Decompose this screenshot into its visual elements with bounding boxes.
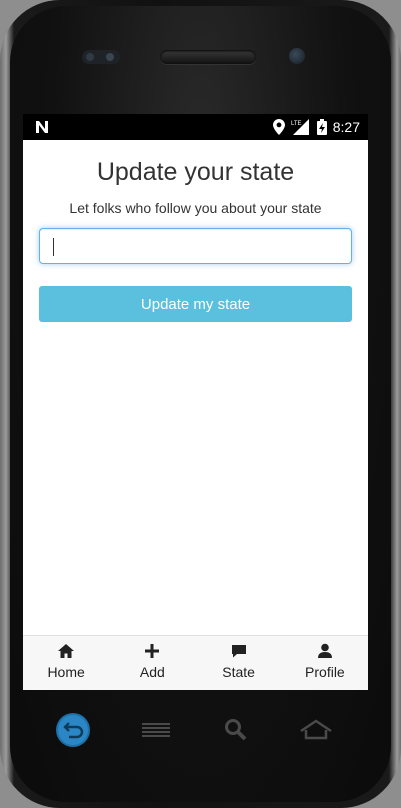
state-input[interactable]: [39, 228, 352, 264]
back-icon[interactable]: [55, 712, 91, 748]
update-state-button[interactable]: Update my state: [39, 286, 352, 322]
search-icon[interactable]: [218, 712, 254, 748]
tab-profile[interactable]: Profile: [282, 636, 368, 690]
text-caret: [53, 238, 54, 256]
comment-icon: [231, 645, 246, 658]
status-icons: LTE 8:27: [272, 117, 360, 137]
speaker-grille: [160, 50, 256, 64]
app-screen: LTE 8:27 Update your state Let folks who…: [23, 114, 368, 690]
status-time: 8:27: [332, 119, 360, 135]
sensor-icon: [82, 50, 120, 64]
location-icon: [272, 119, 285, 135]
tab-add-label: Add: [139, 664, 165, 680]
tab-profile-label: Profile: [305, 664, 345, 680]
tab-state[interactable]: State: [196, 636, 282, 690]
page-subtitle: Let folks who follow you about your stat…: [69, 200, 322, 216]
tab-home-label: Home: [47, 664, 85, 680]
battery-charging-icon: [316, 119, 327, 135]
plus-icon: [145, 644, 160, 658]
page-title: Update your state: [96, 158, 295, 186]
home-icon[interactable]: [298, 712, 334, 748]
home-icon: [58, 644, 75, 658]
lte-label: LTE: [291, 121, 302, 127]
notification-n-icon: [36, 121, 48, 133]
status-bar: LTE 8:27: [23, 114, 368, 140]
tab-add[interactable]: Add: [109, 636, 195, 690]
front-camera-icon: [289, 48, 305, 64]
signal-lte-icon: LTE: [291, 119, 309, 135]
tab-home[interactable]: Home: [23, 636, 109, 690]
user-icon: [317, 643, 332, 658]
tab-bar: Home Add State Profile: [23, 635, 368, 690]
tab-state-label: State: [222, 664, 255, 680]
system-nav-bar: [23, 690, 368, 770]
menu-icon[interactable]: [138, 712, 174, 748]
